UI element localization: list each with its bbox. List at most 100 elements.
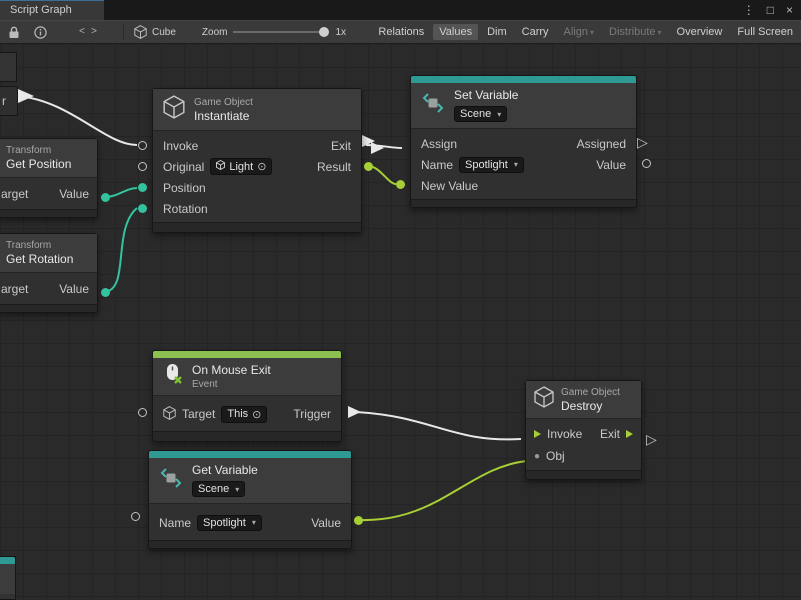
obj-port-dot-icon[interactable]: ● — [534, 451, 540, 462]
code-view-icon[interactable]: < > — [79, 27, 97, 38]
port-instantiate-position-in[interactable] — [138, 183, 147, 192]
flow-out-set-variable-assigned[interactable]: ▷ — [637, 135, 648, 149]
node-footer — [0, 304, 97, 312]
node-row: arget Value — [0, 277, 97, 301]
port-on-mouse-exit-in[interactable] — [138, 408, 147, 417]
node-category: Game Object — [194, 97, 253, 108]
close-icon[interactable]: × — [786, 3, 793, 17]
port-set-variable-value-out[interactable] — [642, 159, 651, 168]
node-row: Name Spotlight ▾ Value — [149, 508, 351, 537]
tab-title: Script Graph — [10, 4, 72, 16]
port-instantiate-original-in[interactable] — [138, 162, 147, 171]
node-header[interactable]: Set Variable Scene ▾ — [411, 83, 636, 129]
flow-in-arrow-icon[interactable] — [534, 430, 541, 438]
lock-icon[interactable] — [8, 26, 20, 39]
more-menu-icon[interactable]: ⋮ — [743, 3, 755, 17]
tab-script-graph[interactable]: Script Graph — [0, 0, 104, 20]
relations-button[interactable]: Relations — [372, 24, 430, 40]
clipped-node-fragment[interactable] — [0, 556, 16, 600]
node-header[interactable]: Game Object Instantiate — [153, 89, 361, 131]
node-on-mouse-exit[interactable]: On Mouse Exit Event Target This ⊙ Trigge… — [152, 350, 342, 442]
wire-getvariable-to-obj[interactable] — [358, 461, 527, 520]
variable-name-dropdown[interactable]: Spotlight ▾ — [197, 515, 262, 531]
wire-getrotation-to-rotation[interactable] — [105, 208, 137, 292]
node-footer — [153, 222, 361, 232]
wire-trigger-to-destroy[interactable] — [356, 412, 521, 439]
node-footer — [0, 209, 97, 217]
node-footer — [149, 540, 351, 548]
node-header[interactable]: On Mouse Exit Event — [153, 358, 341, 396]
clipped-node-fragment[interactable] — [0, 52, 17, 82]
carry-button[interactable]: Carry — [516, 24, 555, 40]
node-footer — [411, 199, 636, 207]
node-header[interactable]: Game Object Destroy — [526, 381, 641, 419]
dim-button[interactable]: Dim — [481, 24, 513, 40]
zoom-slider-knob[interactable] — [319, 27, 329, 37]
value-port-label: Value — [311, 516, 341, 530]
node-accent-bar — [153, 351, 341, 358]
node-row: ● Obj — [526, 445, 641, 467]
target-port-label: arget — [1, 187, 28, 201]
node-row: Name Spotlight ▾ Value — [411, 154, 636, 175]
original-port-label: Original — [163, 160, 204, 174]
distribute-dropdown[interactable]: Distribute▾ — [603, 24, 667, 40]
variable-kind-value: Scene — [198, 483, 229, 495]
node-header[interactable]: Transform Get Rotation — [0, 234, 97, 273]
port-get-variable-in[interactable] — [131, 512, 140, 521]
overview-button[interactable]: Overview — [671, 24, 729, 40]
fullscreen-button[interactable]: Full Screen — [731, 24, 799, 40]
object-field-value: Light — [229, 161, 253, 173]
toolbar-buttons: Relations Values Dim Carry Align▾ Distri… — [372, 24, 801, 40]
graph-target-label: Cube — [152, 27, 176, 38]
node-header[interactable]: Transform Get Position — [0, 139, 97, 178]
maximize-icon[interactable]: □ — [767, 3, 774, 17]
port-instantiate-invoke-in[interactable] — [138, 141, 147, 150]
cube-icon — [163, 406, 176, 423]
node-get-variable[interactable]: Get Variable Scene ▾ Name Spotlight ▾ Va… — [148, 450, 352, 549]
variable-kind-dropdown[interactable]: Scene ▾ — [454, 106, 507, 122]
clipped-node-fragment[interactable]: r — [0, 86, 18, 116]
info-icon[interactable] — [34, 26, 47, 39]
flow-out-destroy-exit[interactable]: ▷ — [646, 432, 657, 446]
node-row: Original Light ⊙ Result — [153, 156, 361, 177]
result-port-label: Result — [317, 160, 351, 174]
zoom-label: Zoom — [202, 27, 228, 38]
port-instantiate-result-out[interactable] — [364, 162, 373, 171]
port-get-variable-value-out[interactable] — [354, 516, 363, 525]
new-value-port-label: New Value — [421, 179, 478, 193]
object-field-light[interactable]: Light ⊙ — [210, 158, 272, 175]
rotation-port-label: Rotation — [163, 202, 208, 216]
values-button[interactable]: Values — [433, 24, 478, 40]
unity-script-graph-window: Script Graph ⋮ □ × < > Cube Zoom 1x Rela… — [0, 0, 801, 600]
object-picker-icon[interactable]: ⊙ — [252, 408, 261, 421]
object-picker-icon[interactable]: ⊙ — [257, 160, 266, 173]
mouse-event-icon — [163, 362, 183, 391]
flow-out-arrow-icon[interactable] — [626, 430, 633, 438]
variable-kind-dropdown[interactable]: Scene ▾ — [192, 481, 245, 497]
variable-name-dropdown[interactable]: Spotlight ▾ — [459, 157, 524, 173]
graph-canvas[interactable]: r Transform Get Position arget Value — [0, 44, 801, 600]
zoom-slider[interactable] — [233, 31, 329, 33]
node-set-variable[interactable]: Set Variable Scene ▾ Assign Assigned Nam… — [410, 75, 637, 208]
align-label: Align — [564, 26, 588, 38]
node-footer — [153, 431, 341, 441]
tab-bar: Script Graph ⋮ □ × — [0, 0, 801, 20]
chevron-down-icon: ▾ — [497, 110, 501, 119]
port-set-variable-newvalue-in[interactable] — [396, 180, 405, 189]
node-instantiate[interactable]: Game Object Instantiate Invoke Exit Orig… — [152, 88, 362, 233]
object-field-this[interactable]: This ⊙ — [221, 406, 267, 423]
node-header[interactable]: Get Variable Scene ▾ — [149, 458, 351, 504]
node-accent-bar — [411, 76, 636, 83]
node-get-position[interactable]: Transform Get Position arget Value — [0, 138, 98, 218]
node-title: Instantiate — [194, 110, 253, 123]
node-destroy[interactable]: Game Object Destroy Invoke Exit ● Obj — [525, 380, 642, 480]
align-dropdown[interactable]: Align▾ — [558, 24, 600, 40]
node-get-rotation[interactable]: Transform Get Rotation arget Value — [0, 233, 98, 313]
target-port-label: arget — [1, 282, 28, 296]
port-instantiate-rotation-in[interactable] — [138, 204, 147, 213]
port-get-rotation-value-out[interactable] — [101, 288, 110, 297]
cube-icon — [216, 160, 225, 173]
zoom-value: 1x — [335, 27, 346, 38]
node-category: Event — [192, 379, 271, 390]
port-get-position-value-out[interactable] — [101, 193, 110, 202]
